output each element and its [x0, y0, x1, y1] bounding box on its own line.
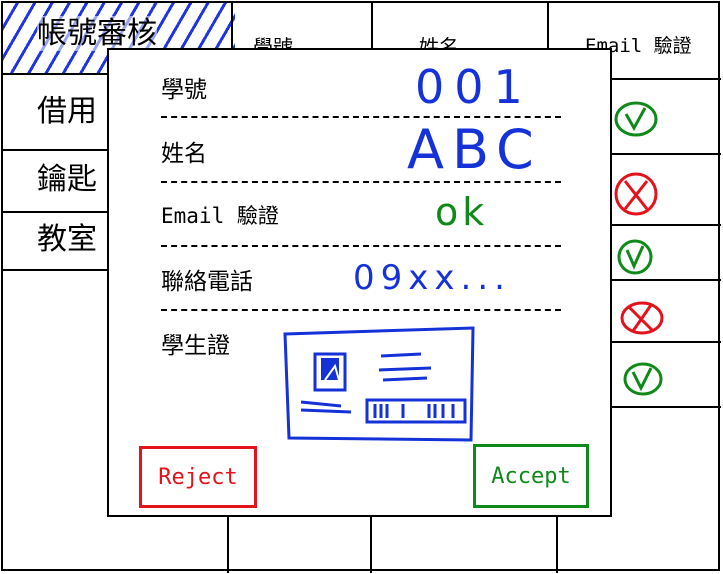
row-divider — [609, 153, 721, 155]
check-icon — [617, 239, 653, 275]
row-divider — [609, 341, 721, 343]
field-value-email-verify: ok — [435, 190, 489, 234]
column-divider — [370, 515, 372, 573]
sidebar-item-label: 教室 — [37, 222, 97, 257]
reject-button[interactable]: Reject — [139, 446, 257, 508]
sidebar-item-label: 借用 — [37, 94, 97, 129]
divider — [161, 245, 561, 247]
field-label-phone: 聯絡電話 — [161, 269, 253, 295]
row-divider — [609, 224, 721, 226]
divider — [161, 309, 561, 311]
account-review-dialog: 學號 001 姓名 ABC Email 驗證 ok 聯絡電話 09xx... 學… — [107, 48, 612, 517]
column-divider — [371, 3, 373, 49]
app-window: 帳號審核 借用 鑰匙 教室 學號 姓名 Email 驗證 學號 001 姓名 A… — [1, 1, 721, 573]
divider — [161, 181, 561, 183]
check-icon — [623, 362, 663, 396]
cross-icon — [620, 301, 664, 335]
cross-icon — [614, 172, 658, 216]
field-value-phone: 09xx... — [353, 258, 511, 298]
student-card-image[interactable] — [281, 326, 477, 444]
accept-button[interactable]: Accept — [473, 444, 589, 508]
field-label-student-id: 學號 — [161, 77, 207, 103]
field-label-name: 姓名 — [161, 141, 207, 167]
field-label-email-verify: Email 驗證 — [161, 204, 279, 228]
column-divider — [227, 515, 229, 573]
field-label-student-card: 學生證 — [161, 333, 230, 359]
column-divider — [547, 3, 549, 49]
check-icon — [614, 101, 658, 137]
row-divider — [609, 406, 721, 408]
row-divider — [609, 279, 721, 281]
field-value-student-id: 001 — [415, 60, 533, 114]
field-value-name: ABC — [407, 118, 542, 181]
column-divider — [556, 515, 558, 573]
sidebar-item-label: 鑰匙 — [37, 162, 97, 197]
sidebar-item-label: 帳號審核 — [37, 16, 157, 51]
row-divider — [609, 78, 721, 80]
